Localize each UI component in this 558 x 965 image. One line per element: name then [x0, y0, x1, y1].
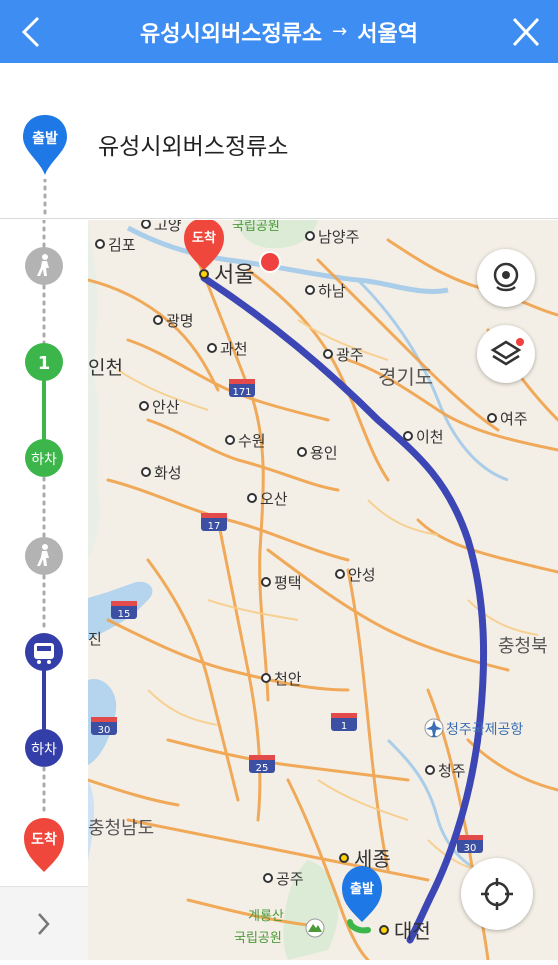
layers-button[interactable] [477, 325, 535, 383]
camera-pin-icon [493, 262, 519, 292]
destination-title: 서울역 [357, 21, 418, 47]
city-pyeongtaek: 평택 [261, 574, 302, 592]
city-osan: 오산 [247, 490, 288, 508]
svg-text:30: 30 [464, 843, 477, 854]
city-cheongju: 청주 [425, 762, 466, 780]
svg-text:공주: 공주 [276, 870, 304, 888]
city-hanam: 하남 [305, 282, 346, 300]
origin-name: 유성시외버스정류소 [98, 134, 289, 160]
region-chungnam: 충청남도 [88, 818, 154, 839]
timeline-graphic: 1 하차 하차 도착 [24, 218, 64, 872]
subway-line-number: 1 [38, 353, 51, 374]
svg-text:용인: 용인 [310, 444, 338, 462]
city-incheon: 인천 [88, 357, 123, 379]
city-suwon: 수원 [225, 432, 266, 450]
park-gyeryong-national: 국립공원 [234, 931, 282, 946]
route-title: 유성시외버스정류소 → 서울역 [70, 0, 488, 63]
region-gyeonggi: 경기도 [378, 365, 433, 389]
crosshair-icon [481, 878, 513, 910]
subway-get-off-label: 하차 [31, 452, 57, 468]
svg-text:여주: 여주 [500, 410, 528, 428]
city-jin: 진 [88, 630, 102, 648]
svg-text:출발: 출발 [350, 881, 374, 897]
svg-text:대전: 대전 [394, 919, 431, 943]
layers-icon [490, 338, 524, 366]
mountain-icon [305, 918, 325, 938]
origin-row[interactable]: 출발 유성시외버스정류소 [0, 63, 558, 219]
street-view-button[interactable] [477, 249, 535, 307]
highway-shield-30a: 30 [91, 717, 117, 736]
city-daejeon: 대전 [379, 919, 431, 943]
svg-text:서울: 서울 [214, 263, 254, 288]
city-gimpo: 김포 [95, 236, 136, 254]
highway-shield-17: 17 [201, 513, 227, 532]
city-namyangju: 남양주 [305, 228, 359, 246]
svg-text:수원: 수원 [238, 432, 266, 450]
city-hwaseong: 화성 [141, 464, 182, 482]
current-location-dot [259, 251, 281, 273]
svg-text:17: 17 [208, 521, 221, 532]
region-chungbuk: 충청북 [498, 636, 548, 657]
depart-marker: 출발 [342, 866, 382, 922]
city-ansan: 안산 [139, 398, 180, 416]
highway-shield-1: 1 [331, 713, 357, 732]
svg-text:청주: 청주 [438, 762, 466, 780]
highway-shield-15: 15 [111, 601, 137, 620]
svg-text:25: 25 [256, 763, 269, 774]
city-yeoju: 여주 [487, 410, 528, 428]
park-national-park: 국립공원 [232, 220, 280, 234]
svg-text:천안: 천안 [274, 670, 302, 688]
expand-button[interactable] [0, 886, 88, 960]
svg-text:과천: 과천 [220, 340, 248, 358]
city-gwangju: 광주 [323, 346, 364, 364]
locate-me-button[interactable] [461, 858, 533, 930]
svg-text:하남: 하남 [318, 282, 346, 300]
chevron-right-icon [38, 913, 50, 935]
svg-text:1: 1 [341, 721, 347, 732]
city-gwacheon: 과천 [207, 340, 248, 358]
park-gyeryongsan: 계룡산 [248, 909, 284, 924]
svg-text:광주: 광주 [336, 346, 364, 364]
airport-label: 청주국제공항 [446, 722, 523, 738]
city-goyang: 고양 [141, 220, 182, 234]
start-pin-icon: 출발 [23, 115, 67, 175]
map-view[interactable]: 171 17 15 30 25 1 30 고양 김포 서울 남양주 하남 광명 … [88, 220, 558, 960]
arrive-label: 도착 [31, 831, 57, 848]
svg-text:안산: 안산 [152, 398, 180, 416]
svg-text:광명: 광명 [166, 312, 194, 330]
back-arrow-icon[interactable] [14, 12, 50, 52]
close-icon[interactable] [508, 12, 544, 52]
timeline-dots [43, 179, 47, 219]
city-gongju: 공주 [263, 870, 304, 888]
svg-text:인천: 인천 [88, 357, 123, 379]
svg-text:171: 171 [232, 387, 251, 398]
header-bar: 유성시외버스정류소 → 서울역 [0, 0, 558, 63]
svg-text:안성: 안성 [348, 566, 376, 584]
svg-text:오산: 오산 [260, 490, 288, 508]
bus-get-off-label: 하차 [31, 742, 57, 758]
svg-text:도착: 도착 [192, 230, 216, 246]
svg-text:30: 30 [98, 725, 111, 736]
start-pin-label: 출발 [32, 130, 58, 147]
svg-text:15: 15 [118, 609, 131, 620]
route-timeline: 1 하차 하차 도착 [0, 218, 88, 960]
highway-shield-171: 171 [229, 379, 255, 398]
route-arrow: → [332, 21, 348, 42]
svg-text:화성: 화성 [154, 464, 182, 482]
svg-text:진: 진 [88, 630, 102, 648]
origin-title: 유성시외버스정류소 [140, 21, 323, 47]
svg-text:남양주: 남양주 [318, 228, 359, 246]
svg-text:김포: 김포 [108, 236, 136, 254]
highway-shield-30b: 30 [457, 835, 483, 854]
svg-text:고양: 고양 [154, 220, 182, 234]
city-icheon: 이천 [403, 428, 444, 446]
svg-text:이천: 이천 [416, 428, 444, 446]
city-anseong: 안성 [335, 566, 376, 584]
city-yongin: 용인 [297, 444, 338, 462]
airport-icon [424, 718, 444, 738]
svg-text:평택: 평택 [274, 574, 302, 592]
highway-shield-25: 25 [249, 755, 275, 774]
